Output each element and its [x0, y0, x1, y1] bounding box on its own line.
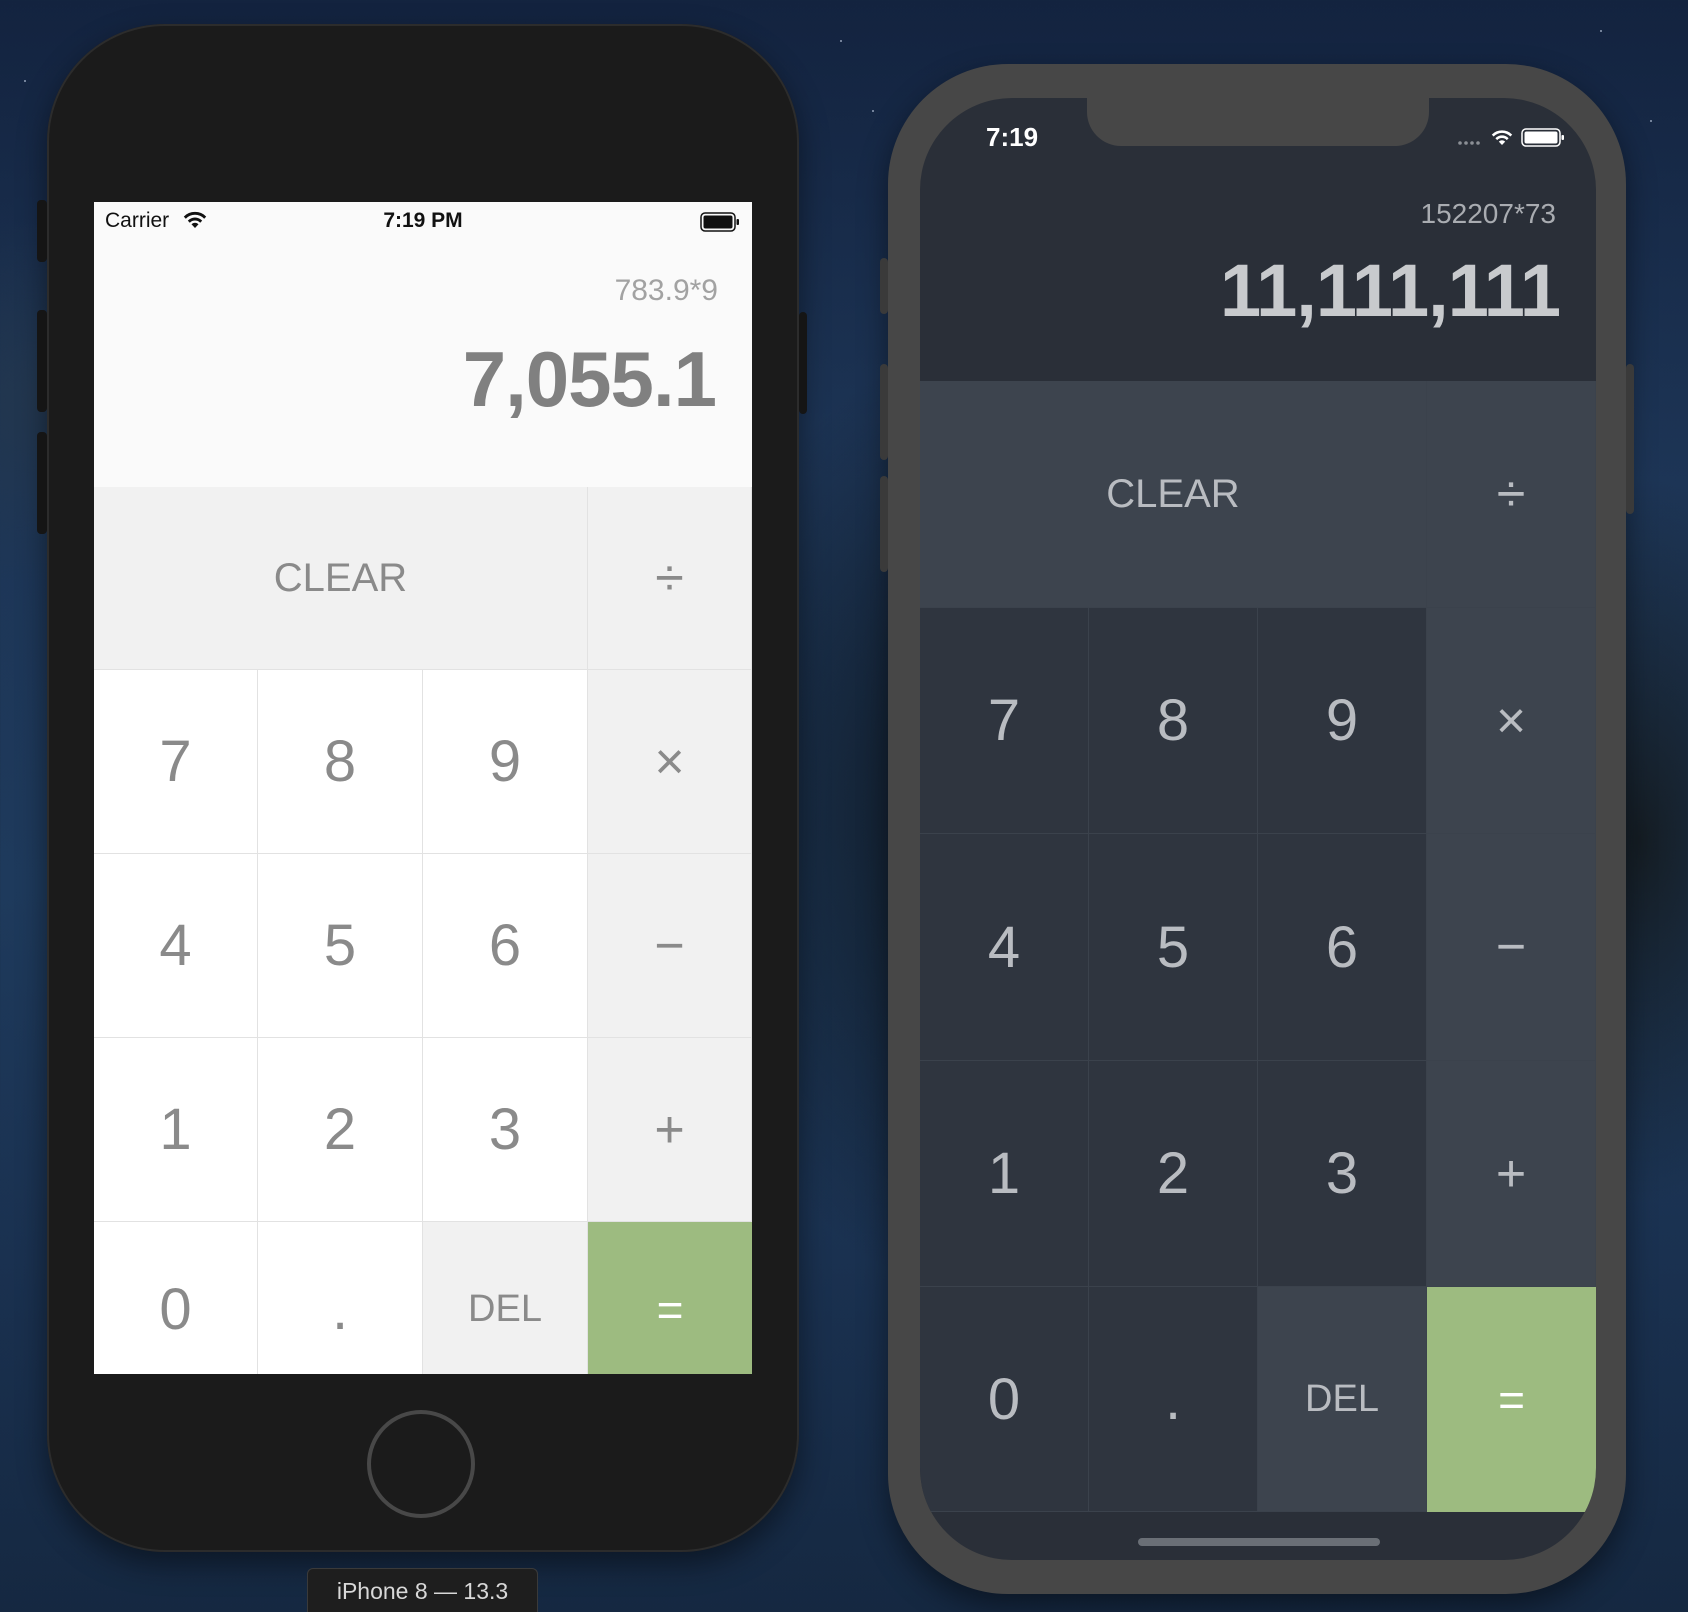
mute-switch	[880, 258, 888, 314]
star	[24, 80, 26, 82]
digit-2-button[interactable]: 2	[1089, 1061, 1258, 1287]
keypad: CLEAR ÷ 7 8 9 × 4 5 6 − 1 2 3 + 0 . DEL …	[94, 487, 752, 1374]
digit-4-button[interactable]: 4	[94, 854, 258, 1038]
status-bar: 7:19	[920, 98, 1596, 178]
result-display: 7,055.1	[462, 335, 717, 423]
battery-icon	[1521, 128, 1564, 147]
divide-button[interactable]: ÷	[1427, 381, 1596, 608]
star	[872, 110, 874, 112]
home-indicator[interactable]	[1138, 1538, 1380, 1546]
status-bar: Carrier 7:19 PM	[94, 202, 752, 242]
mute-switch	[37, 200, 47, 262]
clear-button[interactable]: CLEAR	[94, 487, 588, 670]
add-button[interactable]: +	[1427, 1061, 1596, 1287]
volume-up-button	[880, 364, 888, 460]
subtract-button[interactable]: −	[588, 854, 752, 1038]
divide-button[interactable]: ÷	[588, 487, 752, 670]
simulator-device-label: iPhone 8 — 13.3	[307, 1568, 538, 1612]
digit-0-button[interactable]: 0	[920, 1287, 1089, 1512]
expression-display: 152207*73	[1420, 198, 1556, 229]
wifi-icon	[1491, 130, 1513, 145]
equals-button[interactable]: =	[1427, 1287, 1596, 1512]
digit-5-button[interactable]: 5	[1089, 834, 1258, 1061]
power-button	[799, 312, 807, 414]
digit-8-button[interactable]: 8	[1089, 608, 1258, 834]
digit-1-button[interactable]: 1	[920, 1061, 1089, 1287]
digit-1-button[interactable]: 1	[94, 1038, 258, 1222]
dark-calculator-screen: 7:19 152207*73 11,111,111 CLEAR ÷ 7 8 9 …	[920, 98, 1596, 1560]
add-button[interactable]: +	[588, 1038, 752, 1222]
digit-4-button[interactable]: 4	[920, 834, 1089, 1061]
digit-9-button[interactable]: 9	[1258, 608, 1427, 834]
clear-button[interactable]: CLEAR	[920, 381, 1427, 608]
side-button	[1626, 364, 1634, 514]
volume-down-button	[37, 432, 47, 534]
result-display: 11,111,111	[1220, 249, 1561, 332]
multiply-button[interactable]: ×	[1427, 608, 1596, 834]
iphone-x-simulator: 7:19 152207*73 11,111,111 CLEAR ÷ 7 8 9 …	[880, 64, 1634, 1594]
digit-9-button[interactable]: 9	[423, 670, 588, 854]
digit-8-button[interactable]: 8	[258, 670, 423, 854]
subtract-button[interactable]: −	[1427, 834, 1596, 1061]
decimal-button[interactable]: .	[1089, 1287, 1258, 1512]
light-calculator-screen: Carrier 7:19 PM 783.9*9 7,055.1 CLEAR ÷ …	[94, 202, 752, 1374]
volume-up-button	[37, 310, 47, 412]
digit-3-button[interactable]: 3	[423, 1038, 588, 1222]
digit-6-button[interactable]: 6	[423, 854, 588, 1038]
keypad: CLEAR ÷ 7 8 9 × 4 5 6 − 1 2 3 + 0 . DEL …	[920, 381, 1596, 1512]
home-button[interactable]	[367, 1410, 475, 1518]
digit-0-button[interactable]: 0	[94, 1222, 258, 1374]
digit-7-button[interactable]: 7	[920, 608, 1089, 834]
digit-2-button[interactable]: 2	[258, 1038, 423, 1222]
equals-button[interactable]: =	[588, 1222, 752, 1374]
status-icons	[1456, 126, 1566, 153]
delete-button[interactable]: DEL	[1258, 1287, 1427, 1512]
iphone-8-simulator: Carrier 7:19 PM 783.9*9 7,055.1 CLEAR ÷ …	[37, 24, 807, 1552]
star	[1600, 30, 1602, 32]
multiply-button[interactable]: ×	[588, 670, 752, 854]
status-time: 7:19 PM	[383, 209, 463, 232]
status-time: 7:19	[986, 122, 1039, 152]
digit-3-button[interactable]: 3	[1258, 1061, 1427, 1287]
star	[1650, 120, 1652, 122]
delete-button[interactable]: DEL	[423, 1222, 588, 1374]
decimal-button[interactable]: .	[258, 1222, 423, 1374]
volume-down-button	[880, 476, 888, 572]
battery-icon	[700, 212, 740, 238]
digit-6-button[interactable]: 6	[1258, 834, 1427, 1061]
cellular-signal-icon	[1458, 141, 1480, 145]
expression-display: 783.9*9	[614, 274, 718, 307]
digit-7-button[interactable]: 7	[94, 670, 258, 854]
star	[840, 40, 842, 42]
digit-5-button[interactable]: 5	[258, 854, 423, 1038]
